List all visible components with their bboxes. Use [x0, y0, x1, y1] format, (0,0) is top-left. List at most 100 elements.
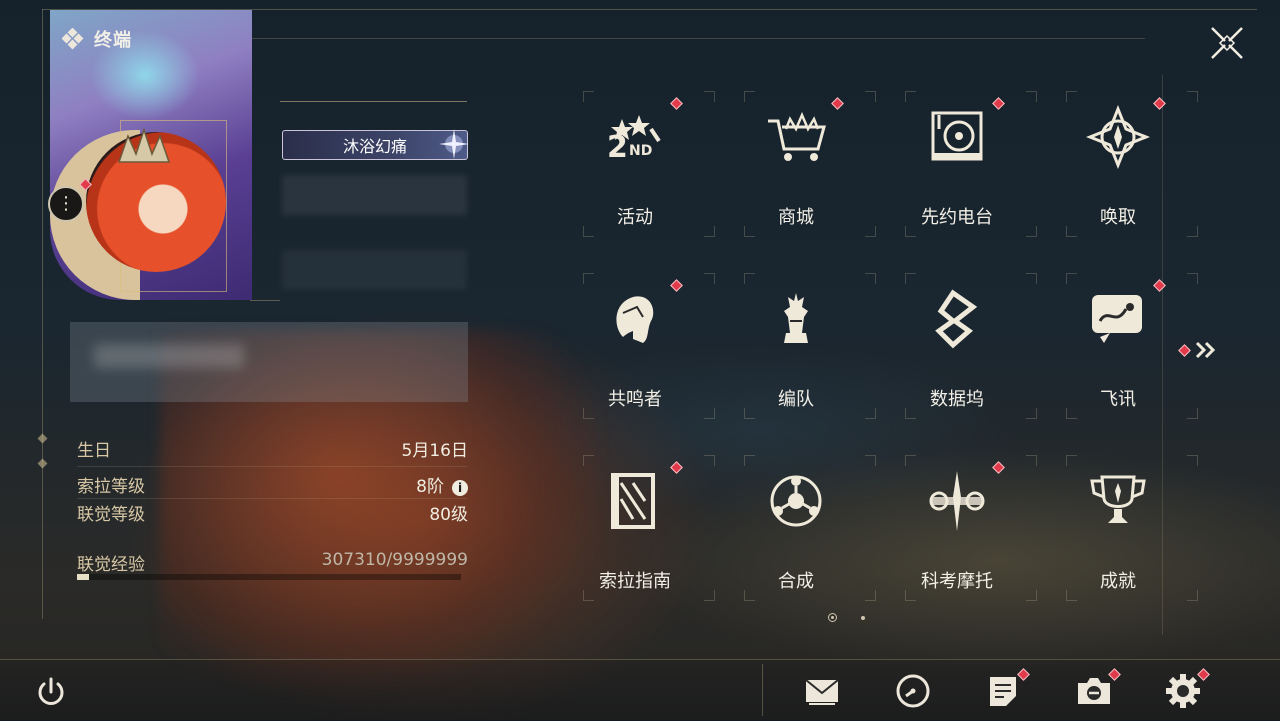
- tile-corner: [583, 455, 594, 466]
- frame-tick: [37, 433, 48, 444]
- namecard-divider: [280, 101, 467, 102]
- page-indicator: [828, 613, 865, 622]
- notification-badge: [670, 461, 683, 474]
- camera-button[interactable]: [1075, 668, 1121, 710]
- namecard-badge[interactable]: 沐浴幻痛: [282, 129, 469, 160]
- bottom-separator: [762, 664, 763, 716]
- notification-badge: [1153, 97, 1166, 110]
- player-name-hidden: [282, 175, 467, 215]
- tile-corner: [1066, 455, 1077, 466]
- tile-corner: [1026, 273, 1037, 284]
- data-bank-icon: [935, 289, 978, 349]
- tile-corner: [1026, 91, 1037, 102]
- gear-icon: [1166, 674, 1200, 708]
- frame-inner-line: [250, 38, 1145, 39]
- sola-level-row: 索拉等级 8阶 i: [77, 472, 468, 497]
- radio-icon: [931, 111, 983, 161]
- menu-item-8[interactable]: 索拉指南: [555, 439, 715, 621]
- header: 终端: [62, 26, 132, 52]
- tile-corner: [583, 273, 594, 284]
- tile-corner: [744, 590, 755, 601]
- shop-cart-icon: [768, 111, 826, 161]
- tile-corner: [744, 91, 755, 102]
- tile-corner: [1187, 273, 1198, 284]
- menu-item-label: 共鸣者: [608, 389, 662, 410]
- tile-corner: [905, 273, 916, 284]
- card-divider: [250, 300, 280, 301]
- tile-corner: [1187, 590, 1198, 601]
- notice-icon: [990, 677, 1016, 706]
- notification-badge: [992, 97, 1005, 110]
- tile-corner: [1066, 273, 1077, 284]
- page-title: 终端: [94, 30, 132, 51]
- page-dot[interactable]: [861, 615, 865, 620]
- double-chevron-right-icon: [1195, 341, 1216, 359]
- guidebook-icon: [611, 473, 655, 529]
- more-options-button[interactable]: ⋮: [48, 178, 92, 222]
- tile-corner: [704, 91, 715, 102]
- tile-corner: [744, 226, 755, 237]
- settings-button[interactable]: [1164, 668, 1210, 710]
- message-icon: [1092, 295, 1142, 343]
- history-button[interactable]: [894, 672, 932, 710]
- tile-corner: [865, 408, 876, 419]
- birthday-value: 5月16日: [401, 441, 468, 461]
- tile-corner: [583, 590, 594, 601]
- notice-button[interactable]: [984, 668, 1030, 710]
- tile-corner: [905, 226, 916, 237]
- menu-item-3[interactable]: 唤取: [1038, 75, 1198, 257]
- menu-item-11[interactable]: 成就: [1038, 439, 1198, 621]
- tile-corner: [865, 273, 876, 284]
- tile-corner: [1026, 226, 1037, 237]
- clock-icon: [896, 674, 930, 708]
- tile-corner: [583, 91, 594, 102]
- menu-item-label: 科考摩托: [921, 571, 993, 592]
- signature-box[interactable]: [70, 322, 468, 402]
- player-id-hidden: [282, 250, 467, 290]
- profile-card[interactable]: [50, 10, 252, 300]
- menu-item-5[interactable]: 编队: [716, 257, 876, 439]
- synthesis-icon: [770, 475, 822, 527]
- tile-corner: [1187, 455, 1198, 466]
- next-page-button[interactable]: [1178, 338, 1220, 362]
- menu-item-label: 索拉指南: [599, 571, 671, 592]
- tile-corner: [1026, 590, 1037, 601]
- union-exp-value: 307310/9999999: [321, 550, 468, 570]
- mail-button[interactable]: [803, 672, 841, 710]
- menu-item-0[interactable]: 2 ND 活动: [555, 75, 715, 257]
- notification-badge: [831, 97, 844, 110]
- sola-level-value-group: 8阶 i: [416, 472, 468, 497]
- tile-corner: [1066, 408, 1077, 419]
- tile-corner: [1026, 408, 1037, 419]
- menu-item-6[interactable]: 数据坞: [877, 257, 1037, 439]
- signature-hidden: [94, 344, 244, 368]
- resonator-icon: [616, 296, 654, 343]
- trophy-icon: [1090, 475, 1146, 523]
- tile-corner: [744, 455, 755, 466]
- union-level-label: 联觉等级: [77, 505, 145, 525]
- tile-corner: [1066, 226, 1077, 237]
- menu-item-7[interactable]: 飞讯: [1038, 257, 1198, 439]
- svg-text:ND: ND: [629, 143, 652, 159]
- tile-corner: [865, 455, 876, 466]
- menu-item-1[interactable]: 商城: [716, 75, 876, 257]
- tile-corner: [704, 408, 715, 419]
- tile-corner: [704, 273, 715, 284]
- menu-item-2[interactable]: 先约电台: [877, 75, 1037, 257]
- menu-item-4[interactable]: 共鸣者: [555, 257, 715, 439]
- tile-corner: [905, 590, 916, 601]
- notification-badge: [670, 97, 683, 110]
- tile-corner: [704, 590, 715, 601]
- menu-item-10[interactable]: 科考摩托: [877, 439, 1037, 621]
- menu-item-9[interactable]: 合成: [716, 439, 876, 621]
- tile-corner: [865, 226, 876, 237]
- notification-badge: [992, 461, 1005, 474]
- namecard-title: 沐浴幻痛: [342, 137, 407, 156]
- motorcycle-icon: [929, 471, 985, 531]
- close-icon[interactable]: [1208, 24, 1246, 62]
- tile-corner: [865, 91, 876, 102]
- power-icon[interactable]: [34, 675, 68, 709]
- page-dot-active[interactable]: [828, 613, 837, 622]
- info-icon[interactable]: i: [452, 480, 468, 496]
- sparkle-icon: [439, 129, 469, 159]
